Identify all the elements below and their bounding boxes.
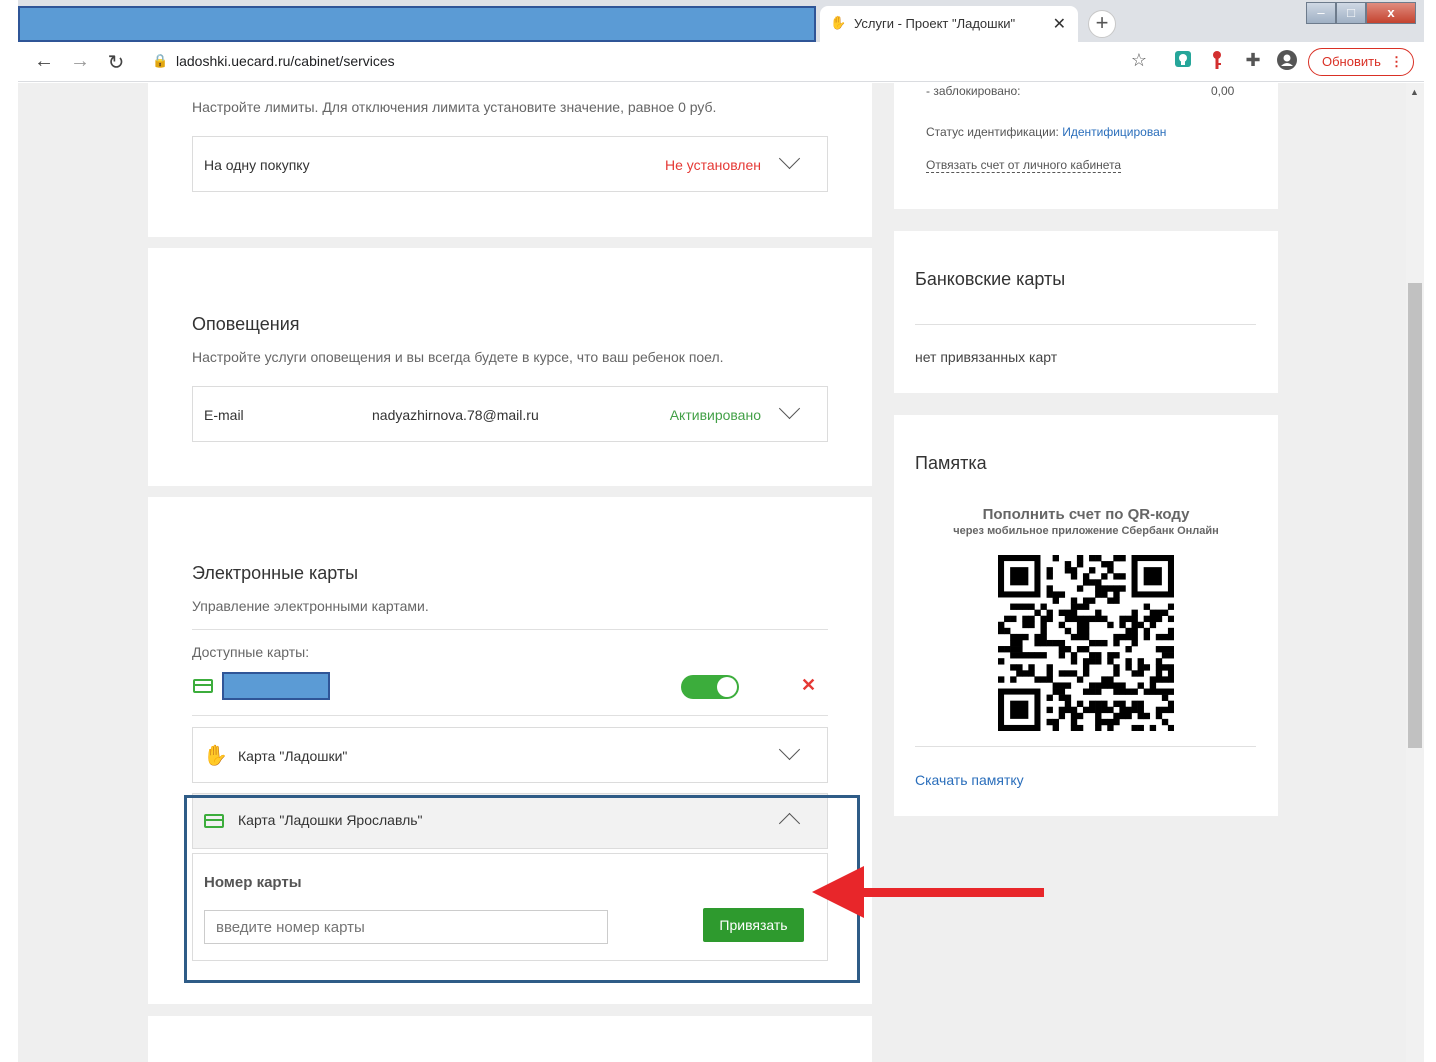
menu-dots-icon: ⋮: [1390, 54, 1403, 69]
vertical-scrollbar[interactable]: ▲: [1406, 83, 1424, 1062]
notification-row-email[interactable]: E-mail nadyazhirnova.78@mail.ru Активиро…: [192, 386, 828, 442]
reload-icon[interactable]: ↻: [104, 50, 128, 75]
notifications-card: Оповещения Настройте услуги оповещения и…: [148, 248, 872, 486]
memo-title: Памятка: [915, 453, 987, 473]
limits-description: Настройте лимиты. Для отключения лимита …: [192, 99, 717, 115]
update-label: Обновить: [1322, 54, 1381, 69]
chevron-down-icon[interactable]: [778, 397, 801, 420]
tab-active[interactable]: ✋ Услуги - Проект "Ладошки" ✕: [820, 6, 1078, 42]
address-bar[interactable]: ladoshki.uecard.ru/cabinet/services: [176, 53, 395, 69]
key-icon[interactable]: [1206, 50, 1228, 75]
card-toggle[interactable]: [681, 675, 739, 699]
lock-icon[interactable]: 🔒: [152, 53, 168, 69]
profile-icon[interactable]: [1276, 50, 1298, 75]
ecards-title: Электронные карты: [192, 563, 359, 583]
hand-icon: ✋: [203, 745, 228, 767]
limits-card: Настройте лимиты. Для отключения лимита …: [148, 83, 872, 237]
new-tab-button[interactable]: +: [1088, 10, 1116, 38]
window-controls: – □ x: [1306, 2, 1416, 26]
redacted-card-number: [222, 672, 330, 700]
blocked-label: - заблокировано:: [926, 84, 1021, 98]
ident-label: Статус идентификации:: [926, 125, 1059, 139]
available-cards-label: Доступные карты:: [192, 644, 310, 660]
puzzle-icon[interactable]: ✚: [1242, 50, 1264, 71]
notification-type: E-mail: [204, 407, 244, 423]
blocked-value: 0,00: [1211, 84, 1235, 98]
forward-arrow-icon[interactable]: →: [68, 50, 92, 73]
notifications-title: Оповещения: [192, 314, 300, 334]
next-card: [148, 1016, 872, 1062]
bank-cards-empty: нет привязанных карт: [915, 349, 1058, 365]
notification-email: nadyazhirnova.78@mail.ru: [372, 407, 539, 423]
divider: [192, 629, 828, 630]
back-arrow-icon[interactable]: ←: [32, 50, 56, 73]
card-label: Карта "Ладошки": [238, 748, 348, 764]
window-left-edge: [0, 0, 18, 1062]
account-card: - заблокировано: 0,00 Статус идентификац…: [894, 83, 1278, 209]
delete-card-icon[interactable]: ✕: [801, 675, 816, 696]
ecards-description: Управление электронными картами.: [192, 598, 429, 614]
scroll-up-icon[interactable]: ▲: [1410, 87, 1419, 97]
divider: [915, 324, 1256, 325]
star-icon[interactable]: ☆: [1128, 50, 1150, 71]
toggle-knob: [717, 677, 737, 697]
highlight-frame: [184, 795, 860, 983]
bank-cards-card: Банковские карты нет привязанных карт: [894, 231, 1278, 393]
qr-title: Пополнить счет по QR-коду: [982, 506, 1190, 523]
limit-row-status: Не установлен: [665, 157, 761, 173]
extension-green-icon[interactable]: [1172, 50, 1194, 73]
bank-cards-title: Банковские карты: [915, 269, 1066, 289]
ident-value: Идентифицирован: [1062, 125, 1167, 139]
close-tab-icon[interactable]: ✕: [1053, 14, 1066, 34]
browser-toolbar: ← → ↻ 🔒 ladoshki.uecard.ru/cabinet/servi…: [18, 42, 1424, 82]
unlink-account-link[interactable]: Отвязать счет от личного кабинета: [926, 158, 1122, 173]
qr-code-icon: [998, 555, 1174, 731]
divider: [192, 715, 828, 716]
notification-status: Активировано: [669, 407, 761, 423]
maximize-button[interactable]: □: [1336, 2, 1366, 24]
memo-card: Памятка Пополнить счет по QR-коду через …: [894, 415, 1278, 816]
chevron-down-icon[interactable]: [778, 147, 801, 170]
annotation-arrow-icon: [812, 866, 1044, 918]
tab-title: Услуги - Проект "Ладошки": [854, 16, 1016, 31]
minimize-button[interactable]: –: [1306, 2, 1336, 24]
close-window-button[interactable]: x: [1366, 2, 1416, 24]
hand-icon: ✋: [830, 15, 847, 30]
chevron-down-icon[interactable]: [778, 738, 801, 761]
limit-row-per-purchase[interactable]: На одну покупку Не установлен: [192, 136, 828, 192]
scroll-thumb[interactable]: [1408, 283, 1422, 748]
download-memo-link[interactable]: Скачать памятку: [915, 772, 1024, 788]
limit-row-label: На одну покупку: [204, 157, 310, 173]
card-row-ladoshki[interactable]: ✋ Карта "Ладошки": [192, 727, 828, 783]
qr-subtitle: через мобильное приложение Сбербанк Онла…: [953, 525, 1219, 537]
card-icon: [193, 679, 213, 693]
update-button[interactable]: Обновить ⋮: [1308, 48, 1414, 76]
divider: [915, 746, 1256, 747]
notifications-description: Настройте услуги оповещения и вы всегда …: [192, 349, 724, 365]
window-right-edge: [1424, 0, 1436, 1062]
redacted-tabs: [18, 6, 816, 42]
